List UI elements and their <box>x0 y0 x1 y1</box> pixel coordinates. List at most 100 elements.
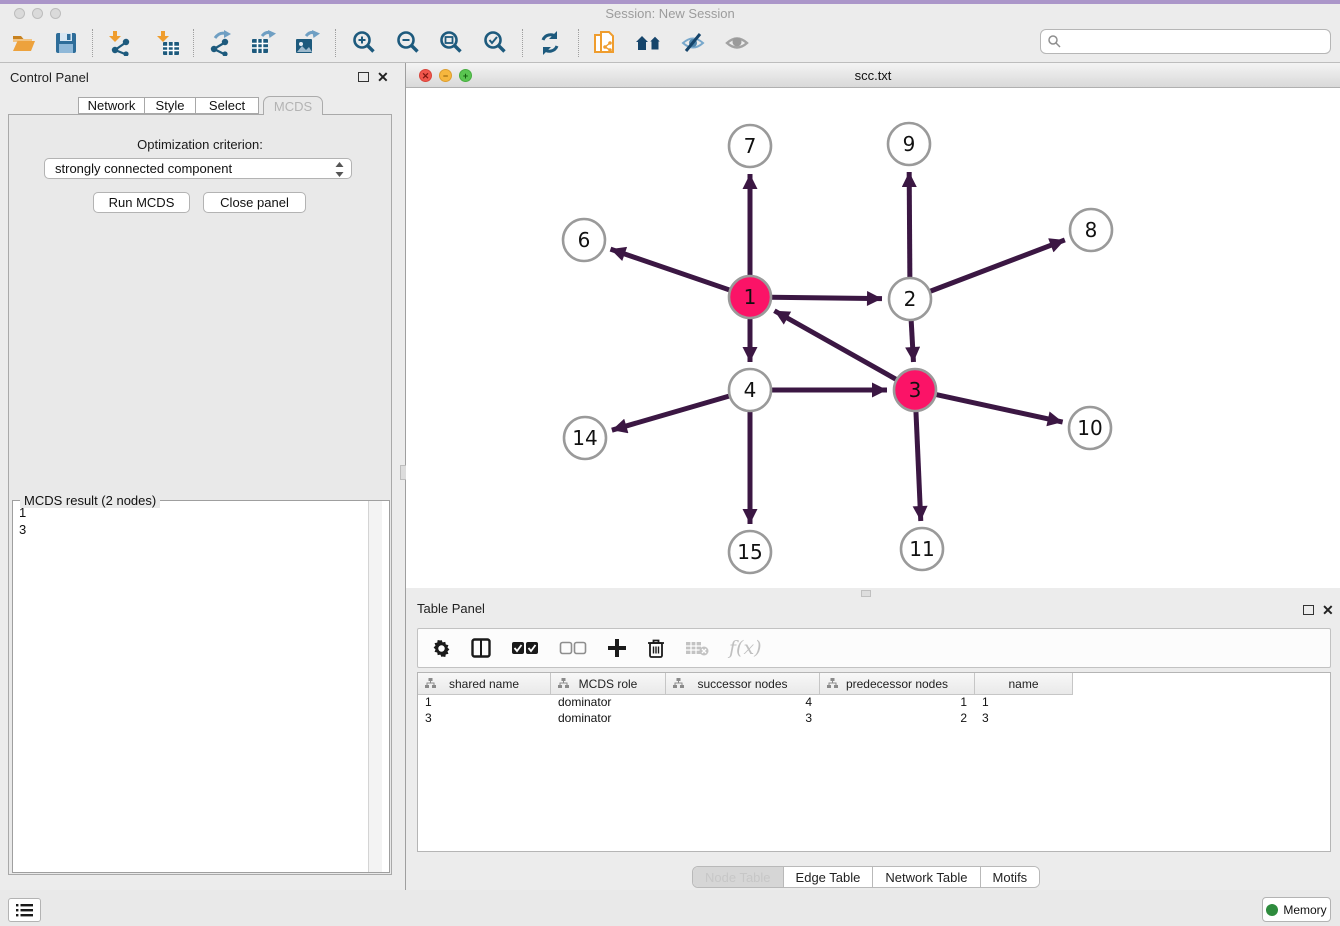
tab-network-table[interactable]: Network Table <box>873 867 980 887</box>
node-label-10: 10 <box>1077 416 1102 440</box>
tab-node-table[interactable]: Node Table <box>693 867 784 887</box>
table-panel-header: Table Panel ✕ <box>406 599 1340 621</box>
column-header-MCDS-role[interactable]: MCDS role <box>551 673 666 695</box>
table-cell[interactable]: dominator <box>551 711 666 727</box>
new-network-from-selection-icon[interactable] <box>590 28 620 58</box>
table-cell[interactable]: 1 <box>418 695 551 711</box>
export-table-icon[interactable] <box>248 28 278 58</box>
select-all-icon[interactable] <box>511 641 539 655</box>
export-image-icon[interactable] <box>292 28 322 58</box>
tab-select[interactable]: Select <box>195 97 259 114</box>
toolbar-separator <box>335 29 336 57</box>
network-minimize-icon[interactable]: − <box>439 69 452 82</box>
memory-status-icon <box>1266 904 1278 916</box>
edge-3-1[interactable] <box>774 311 896 380</box>
edge-2-9[interactable] <box>909 172 910 278</box>
hide-selected-icon[interactable] <box>678 28 708 58</box>
result-scrollbar[interactable] <box>368 501 382 872</box>
network-close-icon[interactable]: ✕ <box>419 69 432 82</box>
network-window-titlebar[interactable]: ✕ − + scc.txt <box>406 63 1340 88</box>
window-zoom-icon[interactable] <box>50 8 61 19</box>
column-header-predecessor-nodes[interactable]: predecessor nodes <box>820 673 975 695</box>
window-minimize-icon[interactable] <box>32 8 43 19</box>
optimization-criterion-dropdown[interactable]: strongly connected component <box>44 158 352 179</box>
network-zoom-icon[interactable]: + <box>459 69 472 82</box>
tab-motifs[interactable]: Motifs <box>981 867 1040 887</box>
table-panel-buttons: ✕ <box>1303 605 1334 615</box>
zoom-fit-icon[interactable] <box>436 28 466 58</box>
table-cell[interactable]: 1 <box>820 695 975 711</box>
deselect-all-icon[interactable] <box>559 641 587 655</box>
list-icon <box>16 904 33 917</box>
memory-button[interactable]: Memory <box>1262 897 1331 922</box>
close-panel-icon[interactable]: ✕ <box>1322 605 1334 615</box>
edge-2-3[interactable] <box>911 320 913 362</box>
zoom-selected-icon[interactable] <box>480 28 510 58</box>
edge-1-6[interactable] <box>610 249 730 290</box>
save-session-icon[interactable] <box>51 28 81 58</box>
edge-1-2[interactable] <box>771 297 882 298</box>
column-header-name[interactable]: name <box>975 673 1073 695</box>
network-canvas[interactable]: 7968124314101511 <box>406 88 1340 588</box>
delete-icon[interactable] <box>647 638 665 658</box>
run-mcds-button[interactable]: Run MCDS <box>93 192 190 213</box>
command-panel-button[interactable] <box>8 898 41 922</box>
close-panel-button[interactable]: Close panel <box>203 192 306 213</box>
table-cell[interactable]: 4 <box>666 695 820 711</box>
tab-mcds[interactable]: MCDS <box>263 96 323 115</box>
tab-style[interactable]: Style <box>144 97 196 114</box>
table-row[interactable]: 3dominator323 <box>418 711 1330 727</box>
add-column-icon[interactable] <box>607 638 627 658</box>
node-label-3: 3 <box>909 378 922 402</box>
column-layout-icon[interactable] <box>471 638 491 658</box>
window-close-icon[interactable] <box>14 8 25 19</box>
toolbar-separator <box>92 29 93 57</box>
toolbar-separator <box>193 29 194 57</box>
control-panel-header: Control Panel ✕ <box>0 66 400 90</box>
edge-3-11[interactable] <box>916 411 921 521</box>
refresh-icon[interactable] <box>535 28 565 58</box>
window-title: Session: New Session <box>0 4 1340 24</box>
table-row[interactable]: 1dominator411 <box>418 695 1330 711</box>
gear-icon[interactable] <box>432 639 451 658</box>
table-cell[interactable]: 3 <box>418 711 551 727</box>
open-file-icon[interactable] <box>9 28 39 58</box>
network-graph: 7968124314101511 <box>406 88 1340 588</box>
delete-table-icon <box>685 640 709 656</box>
hierarchy-icon <box>673 678 684 692</box>
node-label-8: 8 <box>1085 218 1098 242</box>
export-network-icon[interactable] <box>205 28 235 58</box>
table-cell[interactable]: 3 <box>975 711 1073 727</box>
search-input[interactable] <box>1040 29 1331 54</box>
float-panel-icon[interactable] <box>1303 605 1314 615</box>
zoom-in-icon[interactable] <box>349 28 379 58</box>
tab-network[interactable]: Network <box>78 97 145 114</box>
table-cell[interactable]: dominator <box>551 695 666 711</box>
horizontal-splitter-handle[interactable] <box>861 590 871 597</box>
table-toolbar: f(x) <box>417 628 1331 668</box>
float-panel-icon[interactable] <box>358 72 369 82</box>
node-label-11: 11 <box>909 537 934 561</box>
hierarchy-icon <box>558 678 569 692</box>
control-panel-buttons: ✕ <box>358 72 389 82</box>
edge-4-14[interactable] <box>612 396 730 430</box>
table-cell[interactable]: 2 <box>820 711 975 727</box>
column-header-successor-nodes[interactable]: successor nodes <box>666 673 820 695</box>
table-cell[interactable]: 1 <box>975 695 1073 711</box>
table-cell[interactable]: 3 <box>666 711 820 727</box>
edge-2-8[interactable] <box>930 240 1065 292</box>
node-table[interactable]: shared name MCDS role successor nodes pr… <box>417 672 1331 852</box>
dropdown-chevrons-icon <box>335 162 344 180</box>
mcds-result-text[interactable]: 1 3 <box>13 501 368 872</box>
column-header-shared-name[interactable]: shared name <box>418 673 551 695</box>
first-neighbors-icon[interactable] <box>634 28 664 58</box>
mcds-result-title: MCDS result (2 nodes) <box>20 493 160 508</box>
edge-3-10[interactable] <box>936 394 1063 422</box>
close-panel-icon[interactable]: ✕ <box>377 72 389 82</box>
zoom-out-icon[interactable] <box>393 28 423 58</box>
show-all-icon[interactable] <box>722 28 752 58</box>
tab-edge-table[interactable]: Edge Table <box>784 867 874 887</box>
hierarchy-icon <box>425 678 436 692</box>
import-table-icon[interactable] <box>153 28 183 58</box>
import-network-icon[interactable] <box>105 28 135 58</box>
